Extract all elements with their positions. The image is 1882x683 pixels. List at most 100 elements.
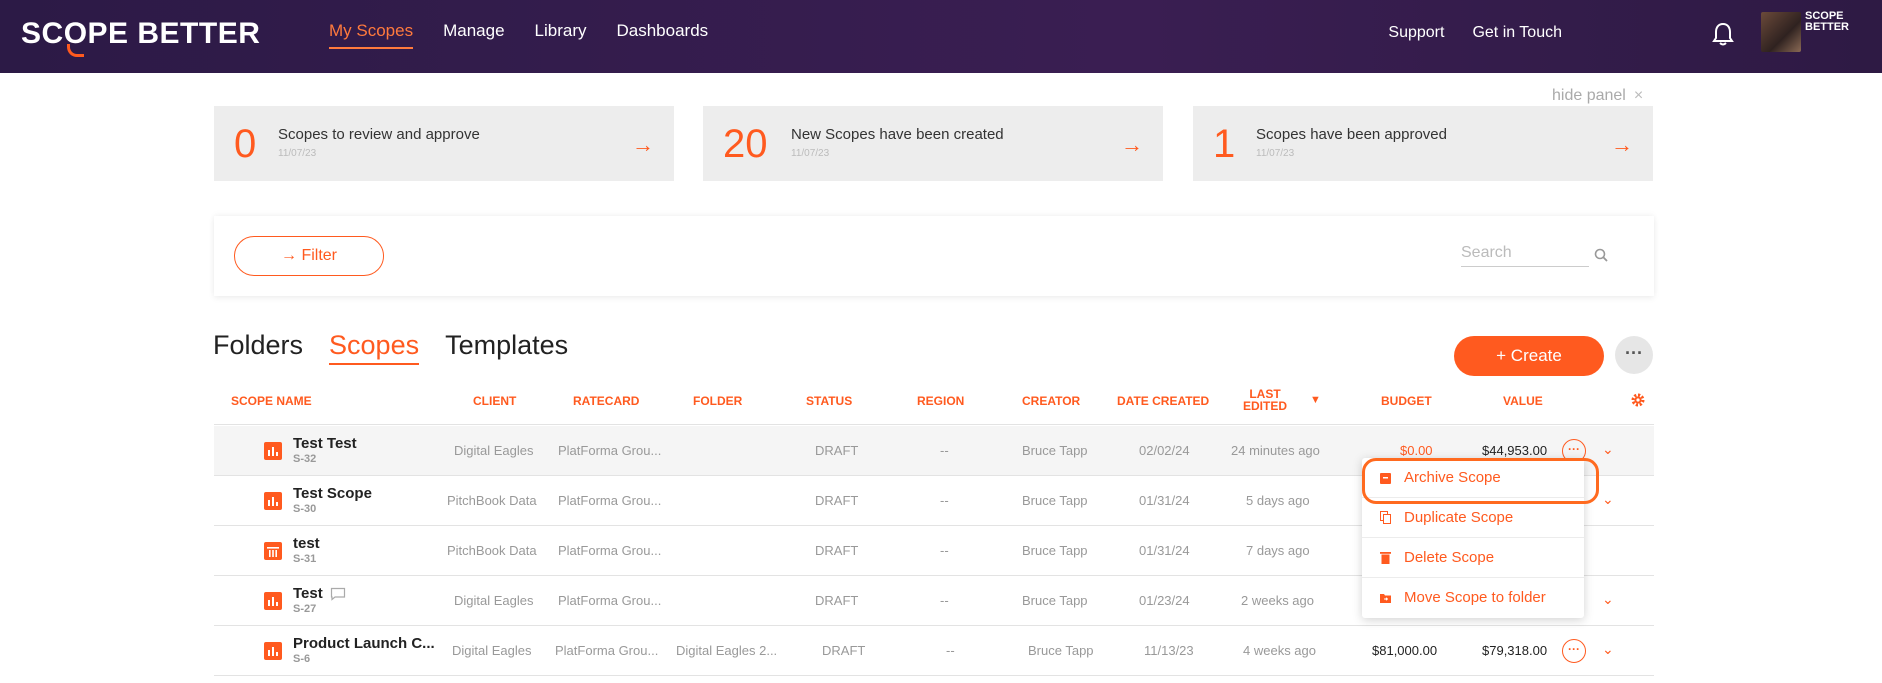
scope-id: S-6 bbox=[293, 653, 311, 665]
date-created-cell: 01/31/24 bbox=[1139, 493, 1190, 508]
row-options-button[interactable]: ··· bbox=[1562, 639, 1586, 663]
menu-label: Delete Scope bbox=[1404, 549, 1495, 566]
nav-manage[interactable]: Manage bbox=[443, 21, 504, 49]
chart-icon bbox=[264, 592, 282, 610]
chart-icon bbox=[264, 642, 282, 660]
scope-name[interactable]: Product Launch C... bbox=[293, 635, 435, 652]
tab-folders[interactable]: Folders bbox=[213, 330, 303, 365]
table-header: SCOPE NAME CLIENT RATECARD FOLDER STATUS… bbox=[214, 385, 1654, 425]
ratecard-cell: PlatForma Grou... bbox=[558, 593, 662, 608]
date-created-cell: 11/13/23 bbox=[1144, 643, 1194, 658]
arrow-right-icon[interactable]: → bbox=[1611, 132, 1633, 158]
client-cell: PitchBook Data bbox=[447, 493, 537, 508]
budget-cell: $0.00 bbox=[1400, 443, 1433, 458]
summary-card-approved[interactable]: 1 Scopes have been approved 11/07/23 → bbox=[1193, 106, 1653, 181]
more-options-button[interactable]: ··· bbox=[1615, 336, 1653, 374]
gear-icon[interactable] bbox=[1630, 392, 1646, 408]
scope-name[interactable]: Test Scope bbox=[293, 485, 372, 502]
creator-cell: Bruce Tapp bbox=[1022, 593, 1088, 608]
folder-cell: Digital Eagles 2... bbox=[676, 643, 778, 658]
col-value[interactable]: VALUE bbox=[1503, 394, 1543, 408]
arrow-right-icon[interactable]: → bbox=[1121, 132, 1143, 158]
filter-button[interactable]: → Filter bbox=[234, 236, 384, 276]
chevron-down-icon[interactable]: ⌄ bbox=[1602, 491, 1614, 508]
menu-delete-scope[interactable]: Delete Scope bbox=[1362, 538, 1584, 578]
status-cell: DRAFT bbox=[822, 643, 866, 658]
create-button[interactable]: + Create bbox=[1454, 336, 1604, 376]
table-icon bbox=[264, 542, 282, 560]
comment-icon[interactable] bbox=[330, 587, 346, 601]
ratecard-cell: PlatForma Grou... bbox=[558, 543, 662, 558]
logo-o: O bbox=[63, 17, 88, 57]
region-cell: -- bbox=[940, 443, 949, 458]
col-region[interactable]: REGION bbox=[917, 394, 964, 408]
menu-duplicate-scope[interactable]: Duplicate Scope bbox=[1362, 498, 1584, 538]
last-edited-cell: 4 weeks ago bbox=[1243, 643, 1316, 658]
main-nav: My Scopes Manage Library Dashboards bbox=[329, 21, 708, 49]
chevron-down-icon[interactable]: ⌄ bbox=[1602, 591, 1614, 608]
date-created-cell: 01/31/24 bbox=[1139, 543, 1190, 558]
col-scope-name[interactable]: SCOPE NAME bbox=[231, 394, 312, 408]
col-creator[interactable]: CREATOR bbox=[1022, 394, 1080, 408]
nav-dashboards[interactable]: Dashboards bbox=[617, 21, 709, 49]
logo-text-1: SC bbox=[21, 17, 64, 50]
nav-library[interactable]: Library bbox=[535, 21, 587, 49]
search-icon[interactable] bbox=[1594, 248, 1608, 262]
scopebetter-logo[interactable]: SCOPE BETTER bbox=[21, 17, 261, 57]
avatar[interactable] bbox=[1761, 12, 1801, 52]
menu-move-scope-to-folder[interactable]: Move Scope to folder bbox=[1362, 578, 1584, 618]
bell-icon[interactable] bbox=[1712, 22, 1734, 46]
scope-name[interactable]: test bbox=[293, 535, 320, 552]
chart-icon bbox=[264, 442, 282, 460]
last-edited-cell: 5 days ago bbox=[1246, 493, 1310, 508]
region-cell: -- bbox=[940, 543, 949, 558]
col-budget[interactable]: BUDGET bbox=[1381, 394, 1432, 408]
scope-name[interactable]: Test bbox=[293, 585, 323, 602]
status-cell: DRAFT bbox=[815, 593, 859, 608]
get-in-touch-link[interactable]: Get in Touch bbox=[1472, 24, 1562, 42]
hide-panel-toggle[interactable]: hide panel × bbox=[1552, 87, 1643, 105]
summary-card-new[interactable]: 20 New Scopes have been created 11/07/23… bbox=[703, 106, 1163, 181]
scope-name[interactable]: Test Test bbox=[293, 435, 357, 452]
status-cell: DRAFT bbox=[815, 543, 859, 558]
budget-cell: $81,000.00 bbox=[1372, 643, 1438, 658]
support-link[interactable]: Support bbox=[1388, 24, 1444, 42]
client-cell: Digital Eagles bbox=[454, 593, 534, 608]
menu-label: Move Scope to folder bbox=[1404, 589, 1546, 606]
close-icon[interactable]: × bbox=[1634, 87, 1643, 104]
trash-icon bbox=[1380, 552, 1391, 564]
arrow-right-icon[interactable]: → bbox=[632, 132, 654, 158]
col-ratecard[interactable]: RATECARD bbox=[573, 394, 639, 408]
top-bar: SCOPE BETTER My Scopes Manage Library Da… bbox=[0, 0, 1882, 73]
scope-id: S-30 bbox=[293, 503, 317, 515]
creator-cell: Bruce Tapp bbox=[1022, 493, 1088, 508]
creator-cell: Bruce Tapp bbox=[1022, 443, 1088, 458]
sort-desc-icon[interactable]: ▼ bbox=[1310, 394, 1321, 406]
status-cell: DRAFT bbox=[815, 493, 859, 508]
ratecard-cell: PlatForma Grou... bbox=[558, 493, 662, 508]
col-date-created[interactable]: DATE CREATED bbox=[1117, 394, 1209, 408]
logo-text-2: PE BETTER bbox=[87, 17, 261, 50]
hide-panel-label: hide panel bbox=[1552, 87, 1626, 104]
col-last-edited-line2: EDITED bbox=[1243, 399, 1288, 413]
col-client[interactable]: CLIENT bbox=[473, 394, 516, 408]
col-last-edited[interactable]: LAST EDITED bbox=[1243, 388, 1287, 412]
card-count: 1 bbox=[1213, 122, 1236, 166]
last-edited-cell: 24 minutes ago bbox=[1231, 443, 1320, 458]
tab-templates[interactable]: Templates bbox=[445, 330, 568, 365]
table-row[interactable]: Product Launch C... S-6 Digital Eagles P… bbox=[214, 626, 1654, 676]
region-cell: -- bbox=[946, 643, 955, 658]
col-status[interactable]: STATUS bbox=[806, 394, 852, 408]
card-count: 0 bbox=[234, 122, 257, 166]
summary-card-review[interactable]: 0 Scopes to review and approve 11/07/23 … bbox=[214, 106, 674, 181]
creator-cell: Bruce Tapp bbox=[1022, 543, 1088, 558]
tab-scopes[interactable]: Scopes bbox=[329, 330, 420, 365]
col-folder[interactable]: FOLDER bbox=[693, 394, 742, 408]
search-input[interactable]: Search bbox=[1461, 244, 1589, 267]
nav-my-scopes[interactable]: My Scopes bbox=[329, 21, 414, 49]
chevron-down-icon[interactable]: ⌄ bbox=[1602, 441, 1614, 458]
archive-highlight-ring bbox=[1362, 458, 1599, 504]
chevron-down-icon[interactable]: ⌄ bbox=[1602, 641, 1614, 658]
last-edited-cell: 2 weeks ago bbox=[1241, 593, 1314, 608]
date-created-cell: 02/02/24 bbox=[1139, 443, 1190, 458]
